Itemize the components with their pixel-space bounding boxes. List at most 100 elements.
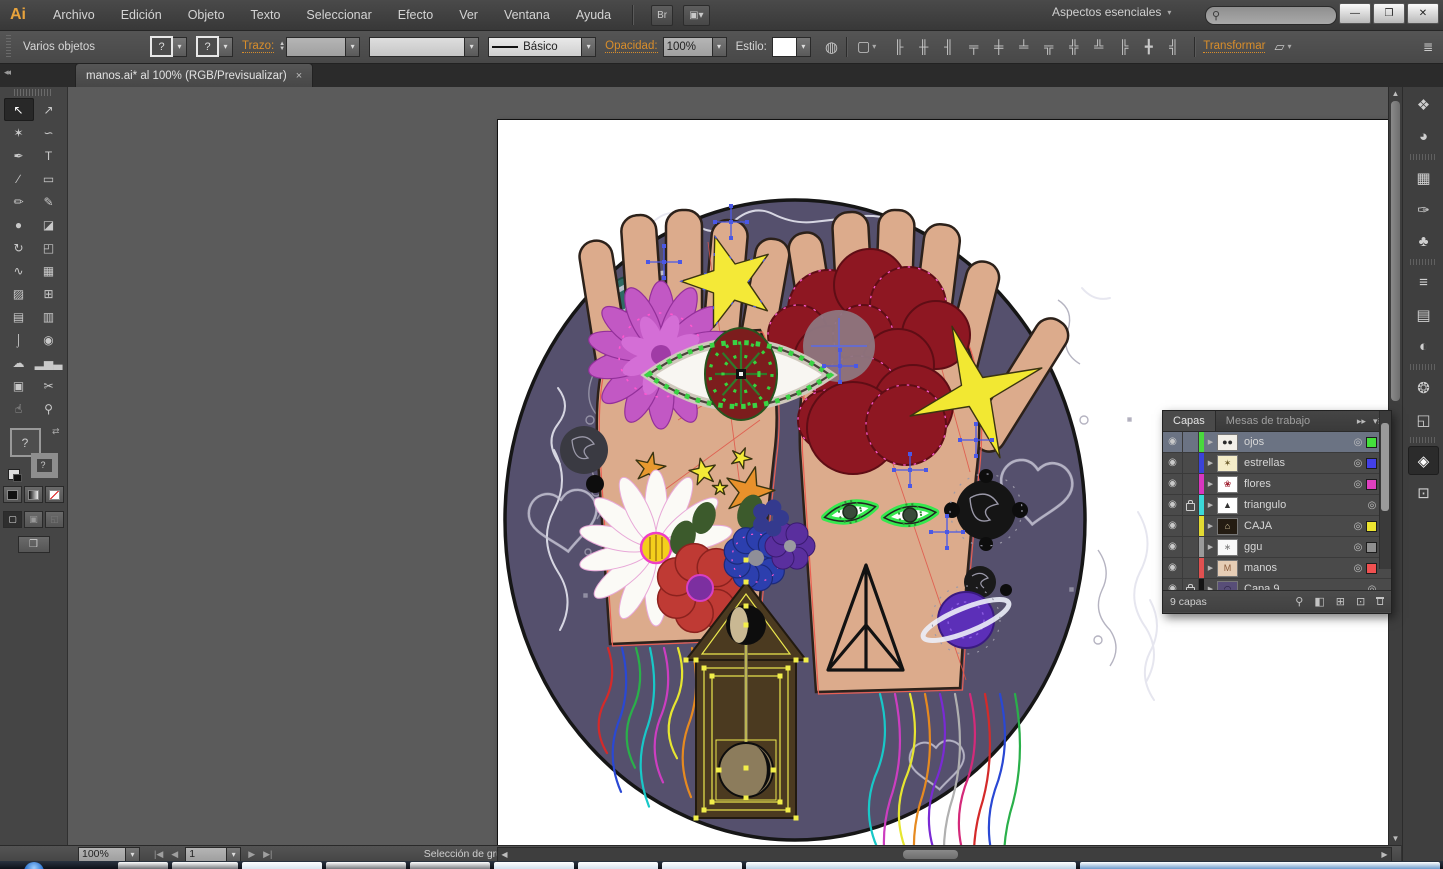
document-tab[interactable]: manos.ai* al 100% (RGB/Previsualizar) × [75,63,313,87]
expand-triangle-icon[interactable]: ▶ [1204,459,1217,467]
pencil-tool[interactable]: ✎ [34,190,64,213]
layer-name[interactable]: manos [1238,562,1350,574]
layers-panel-icon[interactable]: ◈ [1408,446,1439,475]
artboard-tool[interactable]: ▣ [4,374,34,397]
align-horizontal-right-icon[interactable]: ╢ [940,39,957,54]
layer-name[interactable]: ojos [1238,436,1350,448]
visibility-eye-icon[interactable]: ◉ [1163,432,1183,452]
previous-artboard-button[interactable]: ◀ [171,849,178,860]
tab-mesas-de-trabajo[interactable]: Mesas de trabajo [1216,411,1320,431]
shape-builder-tool[interactable]: ▨ [4,282,34,305]
selection-tool[interactable]: ↖ [4,98,34,121]
collapse-panel-icon[interactable]: ▸▸ [1357,416,1366,427]
color-mode-button[interactable] [3,486,22,503]
brush-definition-dropdown[interactable]: ▾ [369,37,479,57]
draw-behind-button[interactable]: ▣ [24,511,43,528]
close-button[interactable]: ✕ [1407,3,1439,24]
target-circle-icon[interactable]: ◎ [1364,584,1380,591]
delete-layer-icon[interactable]: ⊔ [1376,597,1384,607]
transform-panel-link[interactable]: Transformar [1203,40,1265,53]
default-fill-stroke-icon[interactable] [8,469,20,480]
artboards-panel-icon[interactable]: ⊡ [1408,478,1439,507]
layer-row-flores[interactable]: ◉▶❀flores◎ [1163,474,1391,495]
mesh-tool[interactable]: ▤ [4,305,34,328]
width-tool[interactable]: ∿ [4,259,34,282]
expand-triangle-icon[interactable]: ▶ [1204,480,1217,488]
arrange-documents-button[interactable]: ▣▾ [683,5,709,26]
stroke-weight-value[interactable] [286,37,346,57]
scroll-left-icon[interactable]: ◀ [498,848,511,861]
gradient-panel-icon[interactable]: ▤ [1408,300,1439,329]
align-horizontal-center-icon[interactable]: ╫ [915,39,932,54]
gradient-mode-button[interactable] [24,486,43,503]
transparency-panel-icon[interactable]: ◐ [1408,332,1439,361]
lock-cell[interactable] [1183,453,1199,473]
first-artboard-button[interactable]: |◀ [154,849,163,860]
gradient-tool[interactable]: ▥ [34,305,64,328]
layer-row-capa-9[interactable]: ◉▶◠Capa 9◎ [1163,579,1391,590]
taskbar-app-button[interactable] [1080,862,1440,869]
none-mode-button[interactable] [45,486,64,503]
align-vertical-center-icon[interactable]: ╪ [990,39,1007,54]
visibility-eye-icon[interactable]: ◉ [1163,495,1183,515]
stroke-weight-stepper[interactable]: ▲▼ [279,42,285,52]
target-circle-icon[interactable]: ◎ [1350,542,1366,553]
eyedropper-tool[interactable]: ⌡ [4,328,34,351]
new-sublayer-icon[interactable]: ⊞ [1336,595,1345,608]
distribute-horizontal-center-icon[interactable]: ╋ [1140,39,1157,54]
layer-name[interactable]: estrellas [1238,457,1350,469]
lock-cell[interactable] [1183,474,1199,494]
expand-triangle-icon[interactable]: ▶ [1204,585,1217,590]
expand-triangle-icon[interactable]: ▶ [1204,438,1217,446]
direct-selection-tool[interactable]: ↗ [34,98,64,121]
align-vertical-top-icon[interactable]: ╤ [965,39,982,54]
expand-triangle-icon[interactable]: ▶ [1204,522,1217,530]
scroll-up-icon[interactable]: ▲ [1389,87,1402,100]
distribute-bottom-icon[interactable]: ╩ [1090,39,1107,54]
color-guide-panel-icon[interactable]: ◕ [1408,122,1439,151]
layer-row-ggu[interactable]: ◉▶∗ggu◎ [1163,537,1391,558]
layer-row-estrellas[interactable]: ◉▶✶estrellas◎ [1163,453,1391,474]
stroke-panel-icon[interactable]: ≡ [1408,268,1439,297]
stroke-proxy-swatch[interactable]: ? [31,453,58,478]
tab-capas[interactable]: Capas [1163,411,1216,431]
visibility-eye-icon[interactable]: ◉ [1163,516,1183,536]
close-tab-icon[interactable]: × [296,70,302,82]
taskbar-app-button[interactable] [494,862,574,869]
target-circle-icon[interactable]: ◎ [1350,458,1366,469]
lock-cell[interactable] [1183,495,1199,515]
expand-triangle-icon[interactable]: ▶ [1204,501,1217,509]
layer-name[interactable]: ggu [1238,541,1350,553]
layer-row-triangulo[interactable]: ◉▶▲triangulo◎ [1163,495,1391,516]
search-input[interactable]: ⚲ [1205,6,1337,25]
lock-cell[interactable] [1183,432,1199,452]
workspace-switcher[interactable]: Aspectos esenciales ▾ [1052,5,1171,19]
taskbar-app-button[interactable] [578,862,658,869]
menu-archivo[interactable]: Archivo [40,0,108,30]
expand-triangle-icon[interactable]: ▶ [1204,564,1217,572]
scroll-down-icon[interactable]: ▼ [1389,832,1402,845]
menu-ver[interactable]: Ver [446,0,491,30]
make-clipping-mask-icon[interactable]: ◧ [1314,595,1324,608]
opacity-value[interactable]: 100% [663,37,713,57]
brushes-panel-icon[interactable]: ✑ [1408,195,1439,224]
control-panel-menu-icon[interactable]: ≣ [1423,40,1433,54]
menu-edición[interactable]: Edición [108,0,175,30]
screen-mode-button[interactable]: ❒ [18,536,50,553]
minimize-button[interactable]: — [1339,3,1371,24]
layers-scrollbar[interactable] [1379,411,1391,569]
align-horizontal-left-icon[interactable]: ╟ [890,39,907,54]
target-circle-icon[interactable]: ◎ [1350,563,1366,574]
bridge-button[interactable]: Br [651,5,673,26]
layer-row-ojos[interactable]: ◉▶●●ojos◎ [1163,432,1391,453]
menu-objeto[interactable]: Objeto [175,0,238,30]
taskbar-app-button[interactable] [746,862,1076,869]
draw-inside-button[interactable]: ◱ [45,511,64,528]
zoom-level-dropdown[interactable]: 100%▾ [78,847,140,862]
layer-name[interactable]: CAJA [1238,520,1350,532]
paintbrush-tool[interactable]: ✏ [4,190,34,213]
menu-texto[interactable]: Texto [238,0,294,30]
stroke-style-dropdown[interactable]: Básico ▾ [488,37,596,57]
new-layer-icon[interactable]: ⊡ [1356,595,1365,608]
layer-row-manos[interactable]: ◉▶Mmanos◎ [1163,558,1391,579]
